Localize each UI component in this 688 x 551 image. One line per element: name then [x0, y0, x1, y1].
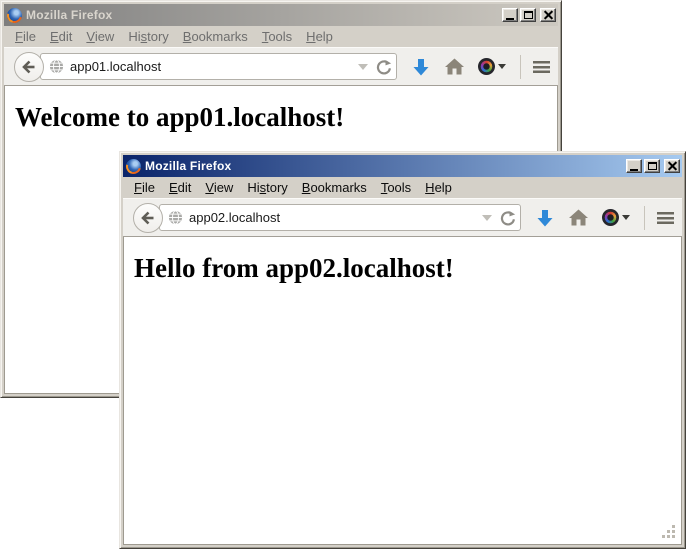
reload-icon: [500, 210, 516, 226]
home-icon: [445, 58, 464, 75]
caption-buttons: [502, 8, 556, 22]
home-button[interactable]: [445, 58, 464, 75]
extension-button[interactable]: [602, 209, 630, 226]
back-arrow-icon: [140, 210, 156, 226]
menu-bar: FileEditViewHistoryBookmarksToolsHelp: [4, 26, 558, 47]
menu-history[interactable]: History: [240, 178, 294, 197]
menu-button[interactable]: [533, 61, 550, 73]
menu-file[interactable]: File: [8, 27, 43, 46]
menu-view[interactable]: View: [79, 27, 121, 46]
toolbar-separator: [520, 55, 521, 79]
close-button[interactable]: [540, 8, 556, 22]
firefox-logo-icon: [126, 159, 141, 174]
maximize-button[interactable]: [520, 8, 536, 22]
menu-bookmarks[interactable]: Bookmarks: [295, 178, 374, 197]
minimize-button[interactable]: [626, 159, 642, 173]
page-heading: Hello from app02.localhost!: [134, 253, 681, 284]
menu-view[interactable]: View: [198, 178, 240, 197]
window-title: Mozilla Firefox: [145, 159, 231, 173]
resize-grip[interactable]: [661, 524, 675, 538]
menu-edit[interactable]: Edit: [162, 178, 198, 197]
close-icon: [544, 11, 553, 19]
window-title: Mozilla Firefox: [26, 8, 112, 22]
menu-bar: FileEditViewHistoryBookmarksToolsHelp: [123, 177, 682, 198]
back-button[interactable]: [133, 203, 163, 233]
extension-lens-icon: [478, 58, 495, 75]
back-button[interactable]: [14, 52, 44, 82]
close-button[interactable]: [664, 159, 680, 173]
maximize-icon: [524, 11, 533, 19]
url-text[interactable]: app01.localhost: [70, 59, 352, 74]
page-content: Hello from app02.localhost!: [123, 237, 682, 545]
extension-lens-icon: [602, 209, 619, 226]
maximize-icon: [648, 162, 657, 170]
globe-icon: [168, 210, 183, 225]
reload-button[interactable]: [376, 59, 392, 75]
back-arrow-icon: [21, 59, 37, 75]
firefox-logo-icon: [7, 8, 22, 23]
globe-icon: [49, 59, 64, 74]
titlebar[interactable]: Mozilla Firefox: [123, 155, 682, 177]
menu-help[interactable]: Help: [299, 27, 340, 46]
reload-icon: [376, 59, 392, 75]
menu-edit[interactable]: Edit: [43, 27, 79, 46]
menu-file[interactable]: File: [127, 178, 162, 197]
downloads-button[interactable]: [535, 208, 555, 228]
close-icon: [668, 162, 677, 170]
url-bar[interactable]: app01.localhost: [40, 53, 397, 80]
minimize-button[interactable]: [502, 8, 518, 22]
minimize-icon: [630, 169, 638, 171]
menu-help[interactable]: Help: [418, 178, 459, 197]
page-heading: Welcome to app01.localhost!: [15, 102, 557, 133]
home-button[interactable]: [569, 209, 588, 226]
minimize-icon: [506, 18, 514, 20]
urlbar-dropdown-icon[interactable]: [358, 64, 368, 70]
menu-bookmarks[interactable]: Bookmarks: [176, 27, 255, 46]
dropdown-caret-icon: [498, 64, 506, 69]
download-arrow-icon: [535, 208, 555, 228]
url-text[interactable]: app02.localhost: [189, 210, 476, 225]
reload-button[interactable]: [500, 210, 516, 226]
menu-history[interactable]: History: [121, 27, 175, 46]
downloads-button[interactable]: [411, 57, 431, 77]
extension-button[interactable]: [478, 58, 506, 75]
navigation-toolbar: app02.localhost: [123, 198, 682, 237]
url-bar[interactable]: app02.localhost: [159, 204, 521, 231]
caption-buttons: [626, 159, 680, 173]
home-icon: [569, 209, 588, 226]
navigation-toolbar: app01.localhost: [4, 47, 558, 86]
titlebar[interactable]: Mozilla Firefox: [4, 4, 558, 26]
urlbar-dropdown-icon[interactable]: [482, 215, 492, 221]
toolbar-separator: [644, 206, 645, 230]
browser-window-app02: Mozilla Firefox FileEditViewHistoryBookm…: [119, 151, 686, 549]
menu-tools[interactable]: Tools: [374, 178, 418, 197]
menu-tools[interactable]: Tools: [255, 27, 299, 46]
download-arrow-icon: [411, 57, 431, 77]
maximize-button[interactable]: [644, 159, 660, 173]
dropdown-caret-icon: [622, 215, 630, 220]
menu-button[interactable]: [657, 212, 674, 224]
